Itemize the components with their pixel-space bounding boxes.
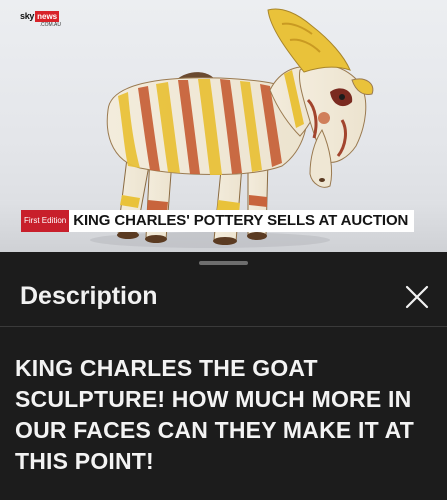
logo-domain-text: .COM.AU — [39, 22, 61, 28]
panel-title: Description — [20, 282, 158, 310]
sky-news-logo: sky news .COM.AU — [20, 11, 63, 29]
video-player[interactable]: sky news .COM.AU First Edition KING CHAR… — [0, 0, 447, 252]
news-headline: KING CHARLES' POTTERY SELLS AT AUCTION — [69, 210, 415, 232]
description-text: KING CHARLES THE GOAT SCULPTURE! HOW MUC… — [15, 355, 414, 474]
app-screen: sky news .COM.AU First Edition KING CHAR… — [0, 0, 447, 500]
program-label: First Edition — [21, 210, 70, 232]
panel-divider — [0, 326, 447, 327]
close-x-icon[interactable] — [405, 285, 429, 309]
logo-sky-text: sky — [20, 11, 35, 21]
drag-handle[interactable] — [199, 261, 248, 265]
news-lower-third: First Edition KING CHARLES' POTTERY SELL… — [21, 210, 415, 232]
logo-news-text: news — [35, 11, 60, 22]
close-button[interactable] — [400, 280, 434, 314]
description-panel: Description KING CHARLES THE GOAT SCULPT… — [0, 252, 447, 500]
